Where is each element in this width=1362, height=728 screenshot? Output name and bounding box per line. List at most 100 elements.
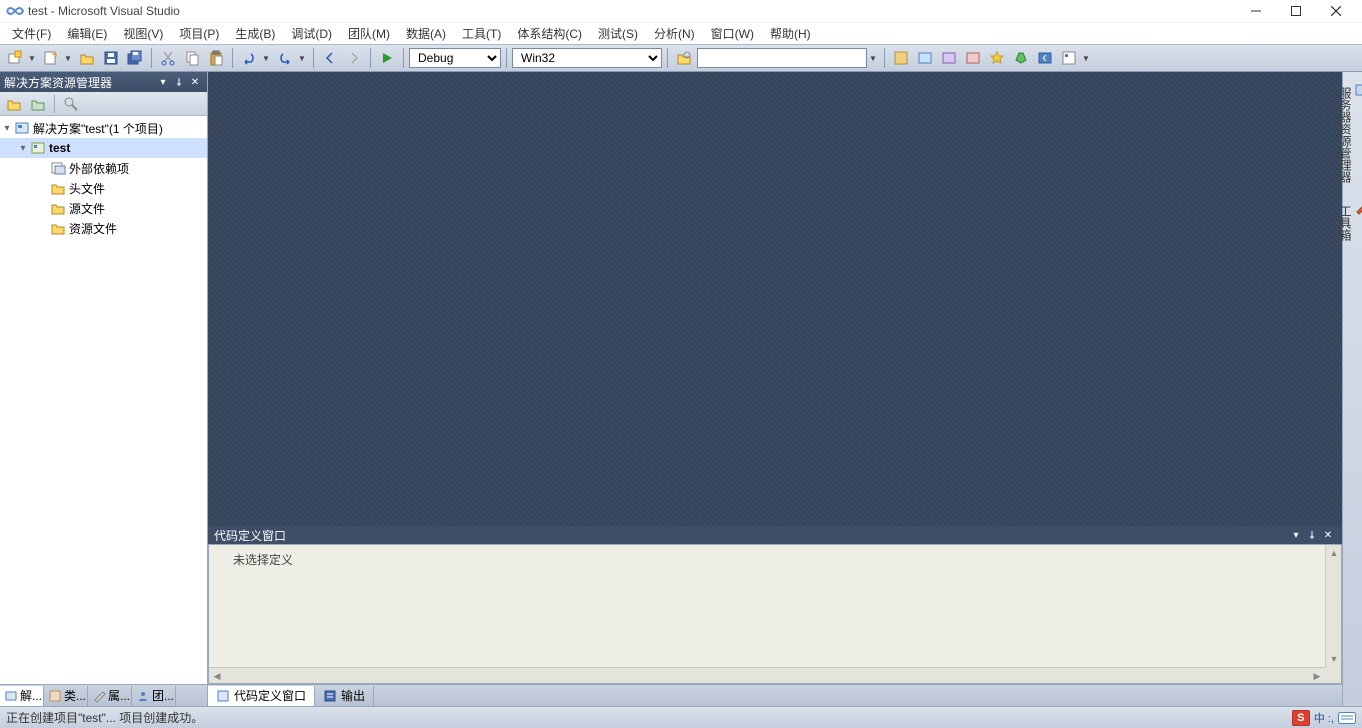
menu-debug[interactable]: 调试(D) (283, 23, 340, 44)
tool-btn-7[interactable] (1034, 47, 1056, 69)
save-all-button[interactable] (124, 47, 146, 69)
props-icon (92, 689, 106, 703)
menu-view[interactable]: 视图(V) (115, 23, 171, 44)
tab-class[interactable]: 类... (44, 686, 88, 706)
tree-resources[interactable]: 资源文件 (0, 218, 207, 238)
tree-sources[interactable]: 源文件 (0, 198, 207, 218)
tool-btn-5[interactable] (986, 47, 1008, 69)
scrollbar-vertical[interactable]: ▲ ▼ (1325, 545, 1341, 667)
nav-back-button[interactable] (319, 47, 341, 69)
codedef-title: 代码定义窗口 (214, 527, 286, 544)
menu-project[interactable]: 项目(P) (171, 23, 227, 44)
tool-btn-3[interactable] (938, 47, 960, 69)
menu-window[interactable]: 窗口(W) (703, 23, 762, 44)
minimize-button[interactable] (1236, 0, 1276, 22)
status-text: 正在创建项目"test"... 项目创建成功。 (6, 709, 203, 726)
ime-logo-icon: S (1292, 710, 1310, 726)
codedef-text: 未选择定义 (233, 553, 293, 567)
menu-data[interactable]: 数据(A) (398, 23, 454, 44)
panel-close-button[interactable]: ✕ (187, 74, 203, 90)
menubar: 文件(F) 编辑(E) 视图(V) 项目(P) 生成(B) 调试(D) 团队(M… (0, 22, 1362, 44)
menu-test[interactable]: 测试(S) (590, 23, 646, 44)
tool-btn-6[interactable] (1010, 47, 1032, 69)
redo-dropdown[interactable]: ▼ (298, 54, 308, 63)
folder-icon (50, 200, 66, 216)
scroll-right-icon[interactable]: ▶ (1309, 668, 1325, 684)
properties-button[interactable] (61, 94, 81, 114)
find-in-files-button[interactable] (673, 47, 695, 69)
left-bottom-tabs: 解... 类... 属... 团... (0, 684, 207, 706)
expand-icon[interactable]: ▾ (16, 143, 30, 154)
new-project-dropdown[interactable]: ▼ (28, 54, 38, 63)
refresh-button[interactable] (28, 94, 48, 114)
cut-button[interactable] (157, 47, 179, 69)
solution-tree[interactable]: ▾ 解决方案"test"(1 个项目) ▾ test 外部依赖项 头文件 (0, 116, 207, 684)
menu-tools[interactable]: 工具(T) (454, 23, 509, 44)
tree-headers[interactable]: 头文件 (0, 178, 207, 198)
node-label: 外部依赖项 (69, 160, 129, 177)
tool-btn-1[interactable] (890, 47, 912, 69)
nav-forward-button[interactable] (343, 47, 365, 69)
open-file-button[interactable] (76, 47, 98, 69)
platform-combo[interactable]: Win32 (512, 48, 662, 68)
tool-btn-8[interactable] (1058, 47, 1080, 69)
search-input[interactable] (697, 48, 867, 68)
start-debug-button[interactable] (376, 47, 398, 69)
menu-help[interactable]: 帮助(H) (762, 23, 819, 44)
scroll-up-icon[interactable]: ▲ (1326, 545, 1342, 561)
new-project-button[interactable] (4, 47, 26, 69)
paste-button[interactable] (205, 47, 227, 69)
close-button[interactable] (1316, 0, 1356, 22)
menu-architecture[interactable]: 体系结构(C) (509, 23, 590, 44)
redo-button[interactable] (274, 47, 296, 69)
solution-explorer-title: 解决方案资源管理器 (4, 74, 112, 91)
project-label: test (49, 141, 70, 155)
menu-analyze[interactable]: 分析(N) (646, 23, 703, 44)
ime-indicator[interactable]: S 中 :, (1292, 710, 1356, 726)
menu-build[interactable]: 生成(B) (227, 23, 283, 44)
maximize-button[interactable] (1276, 0, 1316, 22)
editor-background (208, 72, 1342, 526)
tree-external-deps[interactable]: 外部依赖项 (0, 158, 207, 178)
tab-output[interactable]: 输出 (315, 686, 374, 706)
undo-dropdown[interactable]: ▼ (262, 54, 272, 63)
menu-edit[interactable]: 编辑(E) (59, 23, 115, 44)
tab-solution[interactable]: 解... (0, 686, 44, 706)
copy-button[interactable] (181, 47, 203, 69)
show-all-button[interactable] (4, 94, 24, 114)
folder-icon (50, 220, 66, 236)
center-bottom-tabs: 代码定义窗口 输出 (208, 684, 1342, 706)
tree-solution-root[interactable]: ▾ 解决方案"test"(1 个项目) (0, 118, 207, 138)
save-button[interactable] (100, 47, 122, 69)
tool-btn-4[interactable] (962, 47, 984, 69)
tab-team[interactable]: 团... (132, 686, 176, 706)
refs-icon (50, 160, 66, 176)
codedef-options-button[interactable]: ▾ (1288, 527, 1304, 543)
panel-options-button[interactable]: ▾ (155, 74, 171, 90)
codedef-header: 代码定义窗口 ▾ ✕ (208, 526, 1342, 544)
tool-dropdown[interactable]: ▼ (1082, 54, 1092, 63)
panel-pin-button[interactable] (171, 74, 187, 90)
expand-icon[interactable]: ▾ (0, 123, 14, 134)
toolbar: ▼ ▼ ▼ ▼ Debug Win32 ▼ ▼ (0, 44, 1362, 72)
menu-file[interactable]: 文件(F) (4, 23, 59, 44)
project-icon (30, 140, 46, 156)
tab-props[interactable]: 属... (88, 686, 132, 706)
scrollbar-horizontal[interactable]: ◀ ▶ (209, 667, 1325, 683)
menu-team[interactable]: 团队(M) (340, 23, 398, 44)
config-combo[interactable]: Debug (409, 48, 501, 68)
vs-logo-icon (6, 4, 24, 18)
tab-codedef[interactable]: 代码定义窗口 (208, 686, 315, 706)
tool-btn-2[interactable] (914, 47, 936, 69)
codedef-pin-button[interactable] (1304, 527, 1320, 543)
scroll-down-icon[interactable]: ▼ (1326, 651, 1342, 667)
node-label: 头文件 (69, 180, 105, 197)
tree-project[interactable]: ▾ test (0, 138, 207, 158)
solution-label: 解决方案"test"(1 个项目) (33, 120, 163, 137)
search-dropdown[interactable]: ▼ (869, 54, 879, 63)
add-item-dropdown[interactable]: ▼ (64, 54, 74, 63)
codedef-close-button[interactable]: ✕ (1320, 527, 1336, 543)
add-item-button[interactable] (40, 47, 62, 69)
scroll-left-icon[interactable]: ◀ (209, 668, 225, 684)
undo-button[interactable] (238, 47, 260, 69)
